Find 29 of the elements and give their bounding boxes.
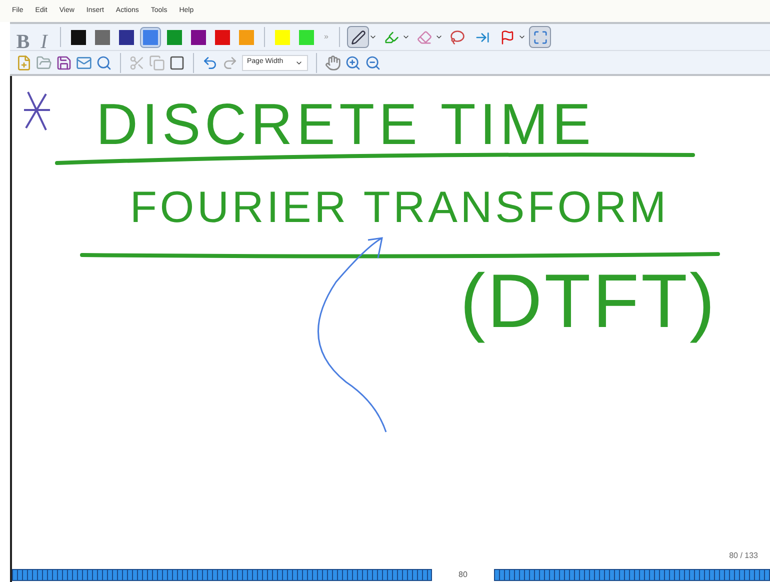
pen-tool-button[interactable] xyxy=(347,26,370,48)
search-icon[interactable] xyxy=(96,54,112,70)
page-number: 80 xyxy=(458,569,468,581)
eraser-icon xyxy=(416,30,432,44)
full-screen-icon xyxy=(532,30,548,44)
handwritten-text: DISCRETE TIME xyxy=(96,96,595,154)
pen-icon xyxy=(350,30,366,44)
color-swatch[interactable] xyxy=(140,26,161,48)
new-note-icon[interactable] xyxy=(16,54,32,70)
pan-icon[interactable] xyxy=(325,54,341,70)
handwritten-text: FOURIER TRANSFORM xyxy=(130,186,670,230)
highlighter-icon xyxy=(384,30,399,44)
dropdown-icon[interactable] xyxy=(369,33,378,41)
mail-icon[interactable] xyxy=(76,54,92,70)
lasso-icon xyxy=(450,30,465,44)
star-icon xyxy=(22,90,52,132)
undo-icon[interactable] xyxy=(202,54,218,70)
dropdown-icon[interactable] xyxy=(402,33,410,41)
zoom-in-icon[interactable] xyxy=(345,54,361,70)
full-screen-tool-button[interactable] xyxy=(529,26,552,48)
dropdown-icon[interactable] xyxy=(518,33,526,41)
zoom-out-icon[interactable] xyxy=(365,54,381,70)
paste-icon[interactable] xyxy=(169,54,185,70)
insert-space-icon xyxy=(474,30,490,44)
redo-icon[interactable] xyxy=(222,54,238,70)
page-counter: 80 / 133 xyxy=(729,550,758,562)
save-icon[interactable] xyxy=(56,54,72,70)
dropdown-icon[interactable] xyxy=(435,33,444,41)
flag-icon xyxy=(500,30,515,44)
